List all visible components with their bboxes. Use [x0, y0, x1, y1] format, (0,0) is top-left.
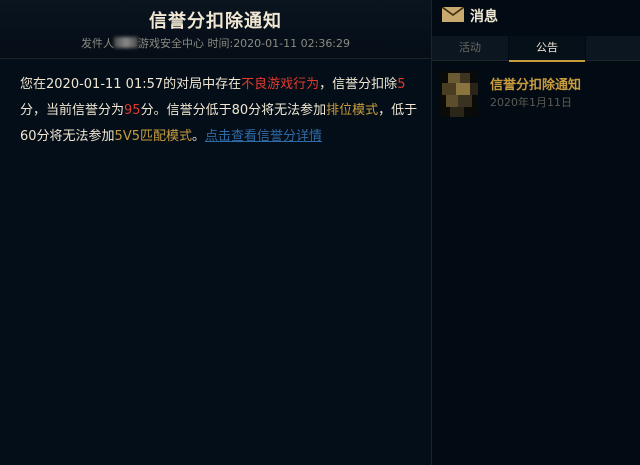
tab-empty	[586, 36, 640, 60]
panel-header: 消息	[432, 0, 640, 34]
messages-panel: 消息 活动 公告 信誉分扣除通知 2020年1月11日	[432, 0, 640, 465]
mail-icon	[442, 7, 464, 22]
message-body: 您在2020-01-11 01:57的对局中存在不良游戏行为，信誉分扣除5 分，当…	[20, 72, 420, 150]
message-detail: 信誉分扣除通知 发件人 游戏安全中心 时间:2020-01-11 02:36:29…	[0, 0, 431, 465]
score-details-link[interactable]: 点击查看信誉分详情	[205, 129, 322, 144]
body-text: 分，当前信誉分为	[20, 103, 125, 118]
notice-item[interactable]: 信誉分扣除通知 2020年1月11日	[432, 66, 640, 122]
deducted-points: 5	[397, 77, 406, 92]
tab-activity[interactable]: 活动	[432, 36, 508, 60]
time-value: 2020-01-11 02:36:29	[233, 37, 351, 50]
detail-header: 信誉分扣除通知 发件人 游戏安全中心 时间:2020-01-11 02:36:29	[0, 0, 431, 59]
notice-title: 信誉分扣除通知	[490, 78, 582, 93]
message-meta: 发件人 游戏安全中心 时间:2020-01-11 02:36:29	[0, 35, 431, 51]
body-text: 分。信誉分低于80分将无法参加	[140, 103, 327, 118]
tab-notice[interactable]: 公告	[509, 36, 585, 62]
panel-title: 消息	[470, 9, 498, 25]
ranked-mode-text: 排位模式	[326, 103, 379, 118]
sender-name: 游戏安全中心	[137, 37, 204, 50]
sender-label: 发件人	[80, 37, 114, 50]
blurred-sender-name	[113, 37, 138, 48]
notice-date: 2020年1月11日	[490, 96, 572, 109]
tab-bar: 活动 公告	[432, 36, 640, 62]
body-text: 。	[191, 129, 205, 144]
violation-text: 不良游戏行为	[241, 77, 320, 92]
notice-thumbnail-icon	[440, 71, 478, 117]
normal-mode-text: 5V5匹配模式	[114, 129, 192, 144]
body-text: ，信誉分扣除	[319, 77, 398, 92]
current-score: 95	[124, 103, 141, 118]
body-text: 您在2020-01-11 01:57的对局中存在	[20, 77, 242, 92]
message-title: 信誉分扣除通知	[149, 11, 282, 32]
time-label: 时间:	[207, 37, 234, 50]
